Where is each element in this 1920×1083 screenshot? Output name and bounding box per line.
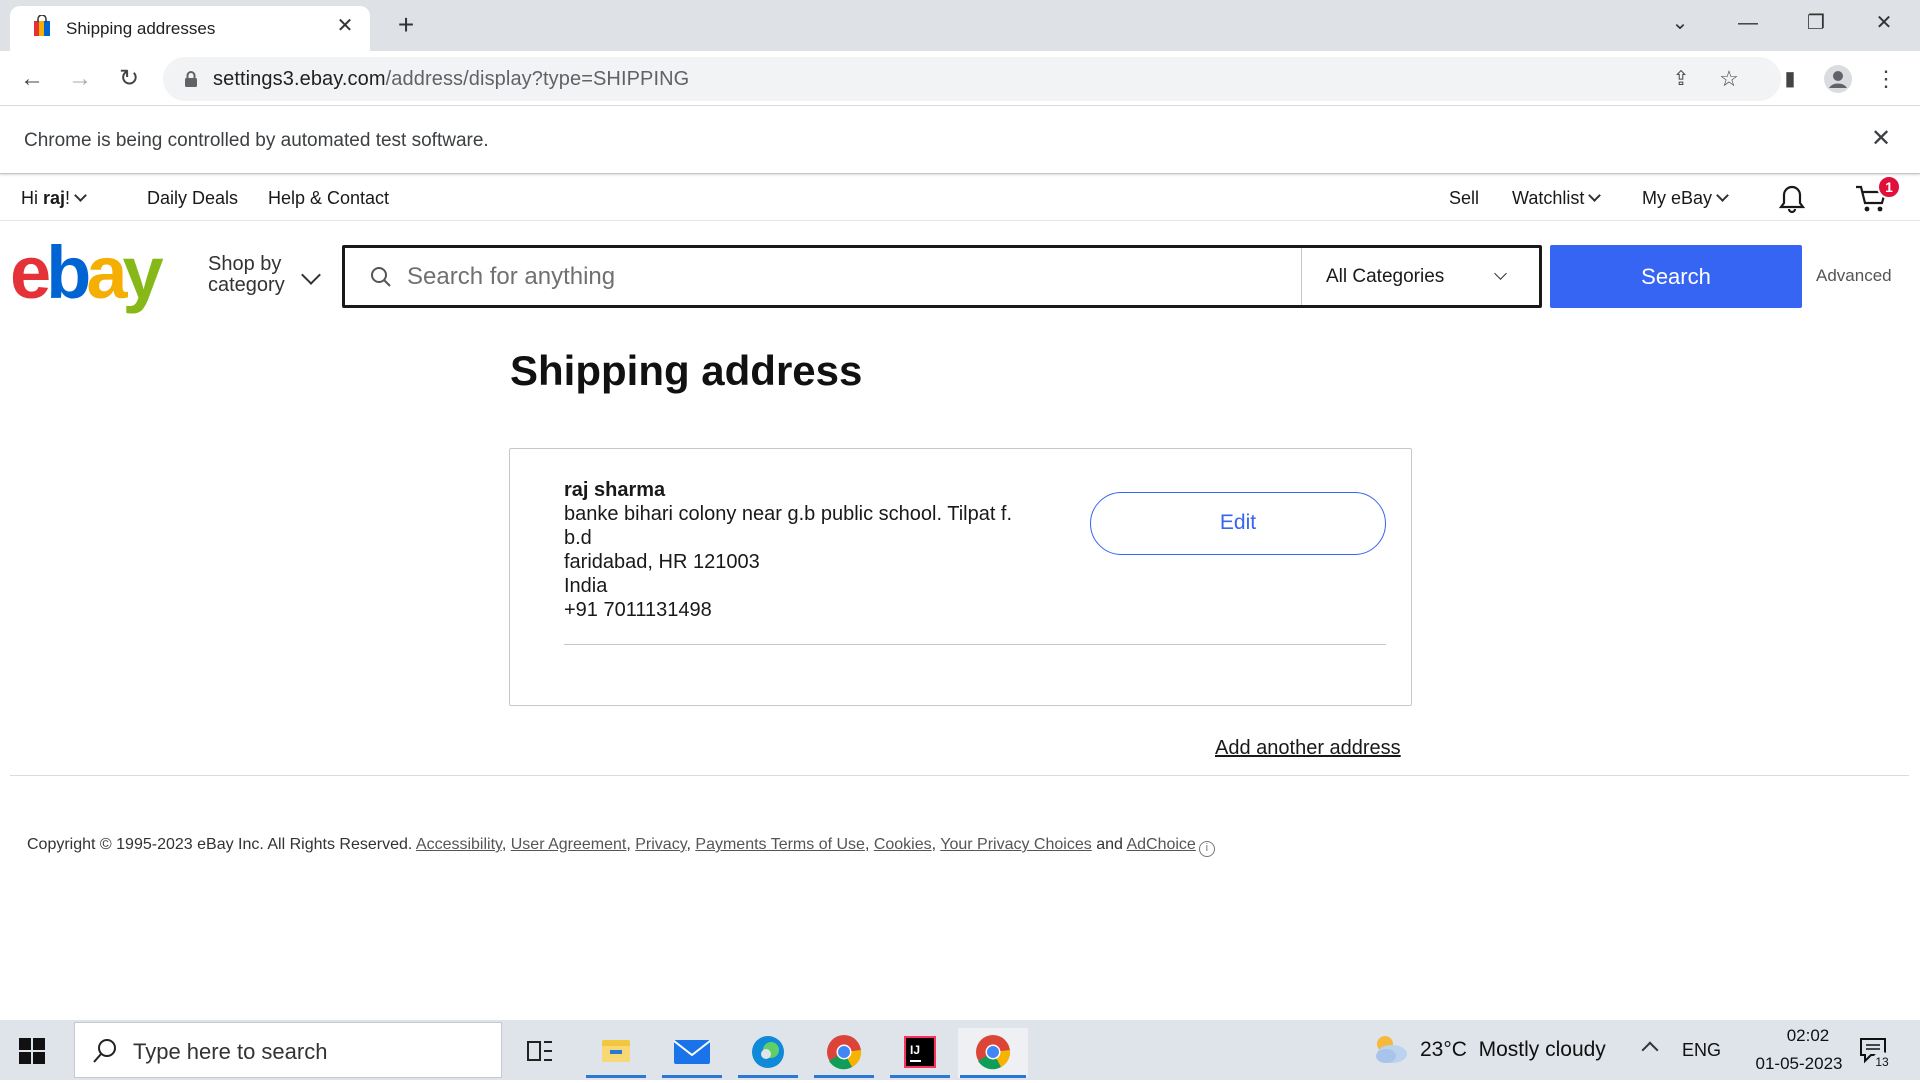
close-tab-icon[interactable]: ✕ <box>334 15 356 37</box>
my-ebay-menu[interactable]: My eBay <box>1642 188 1729 209</box>
clock-time[interactable]: 02:02 <box>1758 1026 1858 1046</box>
search-input[interactable] <box>407 248 1047 305</box>
footer-link-cookies[interactable]: Cookies <box>874 836 932 853</box>
new-tab-icon[interactable]: + <box>391 10 421 40</box>
footer-link-user-agreement[interactable]: User Agreement <box>511 836 627 853</box>
infobar-text: Chrome is being controlled by automated … <box>24 130 489 151</box>
chevron-down-icon <box>1494 267 1507 280</box>
profile-icon[interactable] <box>1822 63 1854 95</box>
window-close-icon[interactable]: ✕ <box>1864 8 1904 38</box>
address-bar[interactable]: settings3.ebay.com/address/display?type=… <box>163 57 1781 101</box>
shop-by-category[interactable]: Shop by category <box>208 254 285 296</box>
tab-search-icon[interactable]: ⌄ <box>1660 8 1700 38</box>
address-name: raj sharma <box>564 479 666 501</box>
browser-tab-strip: Shipping addresses ✕ + ⌄ — ❐ ✕ <box>0 0 1920 51</box>
notification-bell-icon[interactable] <box>1776 183 1808 215</box>
footer-link-accessibility[interactable]: Accessibility <box>416 836 502 853</box>
task-view-icon[interactable] <box>508 1028 572 1078</box>
weather-cloudy-icon[interactable] <box>1370 1032 1410 1066</box>
windows-start-icon[interactable] <box>18 1037 46 1065</box>
address-line-2: b.d <box>564 527 592 549</box>
taskbar-search-placeholder: Type here to search <box>133 1039 328 1064</box>
footer-and: and <box>1096 836 1123 853</box>
footer-link-privacy-choices[interactable]: Your Privacy Choices <box>940 836 1091 853</box>
bookmark-star-icon[interactable]: ☆ <box>1713 63 1745 95</box>
address-line-1: banke bihari colony near g.b public scho… <box>564 503 1013 525</box>
chevron-down-icon <box>1588 189 1602 202</box>
cart-count-badge: 1 <box>1877 175 1901 199</box>
divider <box>10 775 1909 776</box>
chevron-down-icon <box>301 265 321 285</box>
page-title: Shipping address <box>510 347 863 394</box>
address-city: faridabad, HR 121003 <box>564 551 760 573</box>
edit-address-button[interactable]: Edit <box>1090 492 1386 555</box>
category-selected-label: All Categories <box>1326 266 1445 287</box>
divider <box>564 644 1386 645</box>
automation-infobar: Chrome is being controlled by automated … <box>0 106 1920 174</box>
footer-link-privacy[interactable]: Privacy <box>635 836 686 853</box>
browser-toolbar: ← → ↻ settings3.ebay.com/address/display… <box>0 51 1920 106</box>
chrome-active-icon[interactable] <box>958 1028 1028 1078</box>
address-phone: +91 7011131498 <box>564 599 712 621</box>
search-icon <box>371 267 391 287</box>
address-card: raj sharma banke bihari colony near g.b … <box>509 448 1412 706</box>
adchoice-icon: i <box>1198 841 1215 857</box>
notification-count: 13 <box>1872 1052 1892 1072</box>
tab-title: Shipping addresses <box>66 19 216 38</box>
windows-taskbar: Type here to search IJ 23°C Mostly cloud… <box>0 1020 1920 1080</box>
edge-icon[interactable] <box>736 1028 800 1078</box>
help-contact-link[interactable]: Help & Contact <box>268 188 389 209</box>
browser-tab[interactable]: Shipping addresses ✕ <box>10 6 370 51</box>
mail-icon[interactable] <box>660 1028 724 1078</box>
side-panel-icon[interactable]: ▮ <box>1774 63 1806 95</box>
ebay-favicon-icon <box>34 15 50 36</box>
restore-icon[interactable]: ❐ <box>1796 8 1836 38</box>
copyright-text: Copyright © 1995-2023 eBay Inc. All Righ… <box>27 836 413 853</box>
menu-dots-icon[interactable]: ⋮ <box>1870 63 1902 95</box>
address-country: India <box>564 575 608 597</box>
back-icon[interactable]: ← <box>16 63 48 95</box>
chrome-icon[interactable] <box>812 1028 876 1078</box>
footer-link-payments-terms[interactable]: Payments Terms of Use <box>695 836 865 853</box>
taskbar-search-box[interactable]: Type here to search <box>74 1022 502 1078</box>
share-icon[interactable]: ⇪ <box>1665 63 1697 95</box>
chevron-up-icon[interactable] <box>1641 1041 1659 1059</box>
add-another-address-link[interactable]: Add another address <box>1215 737 1401 760</box>
greeting-menu[interactable]: Hi raj! <box>21 188 87 209</box>
category-select[interactable]: All Categories <box>1301 248 1539 305</box>
url-text: settings3.ebay.com/address/display?type=… <box>213 68 690 90</box>
search-button[interactable]: Search <box>1550 245 1802 308</box>
reload-icon[interactable]: ↻ <box>113 63 145 95</box>
weather-text[interactable]: 23°C Mostly cloudy <box>1420 1038 1606 1062</box>
footer: Copyright © 1995-2023 eBay Inc. All Righ… <box>27 836 1215 857</box>
language-indicator[interactable]: ENG <box>1682 1040 1721 1061</box>
search-icon <box>93 1039 116 1063</box>
svg-text:ebay: ebay <box>10 238 164 314</box>
search-bar: All Categories <box>342 245 1542 308</box>
ebay-top-nav: Hi raj! Daily Deals Help & Contact Sell … <box>0 175 1920 221</box>
footer-link-adchoice[interactable]: AdChoice <box>1126 836 1195 853</box>
infobar-close-icon[interactable]: ✕ <box>1868 126 1894 152</box>
clock-date[interactable]: 01-05-2023 <box>1736 1054 1862 1074</box>
forward-icon[interactable]: → <box>64 63 96 95</box>
file-explorer-icon[interactable] <box>584 1028 648 1078</box>
sell-link[interactable]: Sell <box>1449 188 1479 209</box>
daily-deals-link[interactable]: Daily Deals <box>147 188 238 209</box>
advanced-search-link[interactable]: Advanced <box>1816 266 1892 286</box>
intellij-icon[interactable]: IJ <box>888 1028 952 1078</box>
lock-icon <box>185 71 197 87</box>
chevron-down-icon <box>74 189 87 202</box>
watchlist-menu[interactable]: Watchlist <box>1512 188 1602 209</box>
minimize-icon[interactable]: — <box>1728 8 1768 38</box>
chevron-down-icon <box>1716 189 1729 202</box>
ebay-logo[interactable]: ebay <box>10 238 190 314</box>
svg-text:IJ: IJ <box>910 1043 920 1057</box>
